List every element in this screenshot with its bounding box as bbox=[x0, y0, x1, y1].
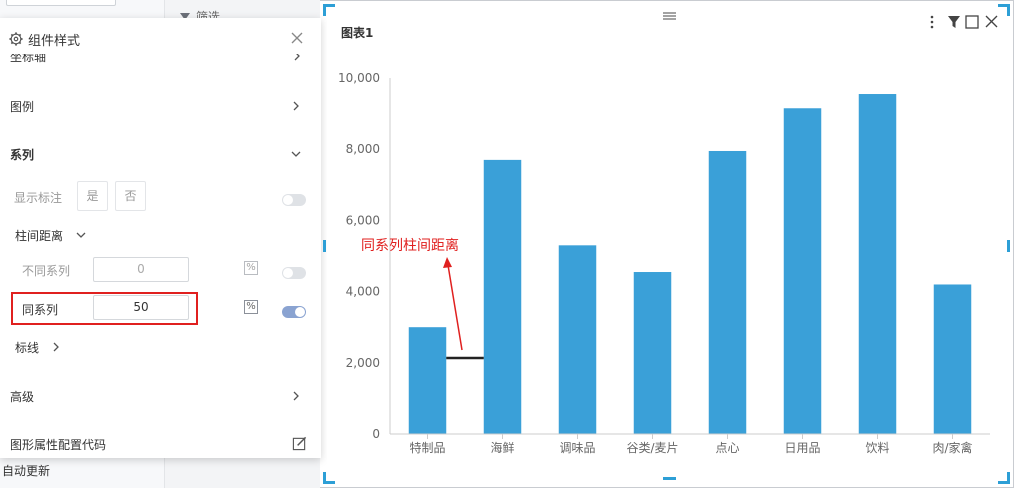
bar-series bbox=[408, 94, 972, 435]
y-axis: 0 2,000 4,000 6,000 8,000 10,000 bbox=[338, 71, 391, 441]
x-tick-label: 海鲜 bbox=[490, 440, 514, 455]
x-tick-label: 点心 bbox=[715, 441, 739, 455]
bar[interactable] bbox=[408, 327, 447, 434]
x-tick-label: 谷类/麦片 bbox=[626, 441, 678, 455]
bar[interactable] bbox=[633, 272, 672, 434]
y-tick-label: 8,000 bbox=[346, 142, 380, 156]
x-tick-label: 特制品 bbox=[409, 440, 445, 455]
bar[interactable] bbox=[858, 94, 897, 435]
x-tick-label: 饮料 bbox=[865, 441, 889, 455]
annotation-arrow-head bbox=[443, 257, 452, 268]
y-tick-label: 2,000 bbox=[346, 356, 380, 370]
x-tick-label: 肉/家禽 bbox=[932, 440, 972, 455]
bar[interactable] bbox=[483, 159, 522, 434]
y-tick-label: 4,000 bbox=[346, 285, 380, 299]
y-tick-label: 10,000 bbox=[338, 71, 380, 85]
bar[interactable] bbox=[783, 108, 822, 434]
x-axis: 特制品 海鲜 调味品 谷类/麦片 点心 日用品 饮料 肉/家禽 bbox=[390, 433, 990, 455]
annotation-text: 同系列柱间距离 bbox=[361, 237, 459, 254]
y-tick-label: 6,000 bbox=[346, 213, 380, 227]
x-tick-label: 日用品 bbox=[784, 441, 820, 455]
bar[interactable] bbox=[708, 150, 747, 435]
y-tick-label: 0 bbox=[372, 427, 380, 441]
x-tick-label: 调味品 bbox=[559, 441, 595, 455]
bar-chart: 0 2,000 4,000 6,000 8,000 10,000 特制品 海鲜 调味品 谷类/麦… bbox=[338, 71, 990, 455]
annotation-arrow-line bbox=[447, 264, 463, 351]
bar[interactable] bbox=[558, 245, 597, 434]
bar[interactable] bbox=[933, 284, 972, 434]
